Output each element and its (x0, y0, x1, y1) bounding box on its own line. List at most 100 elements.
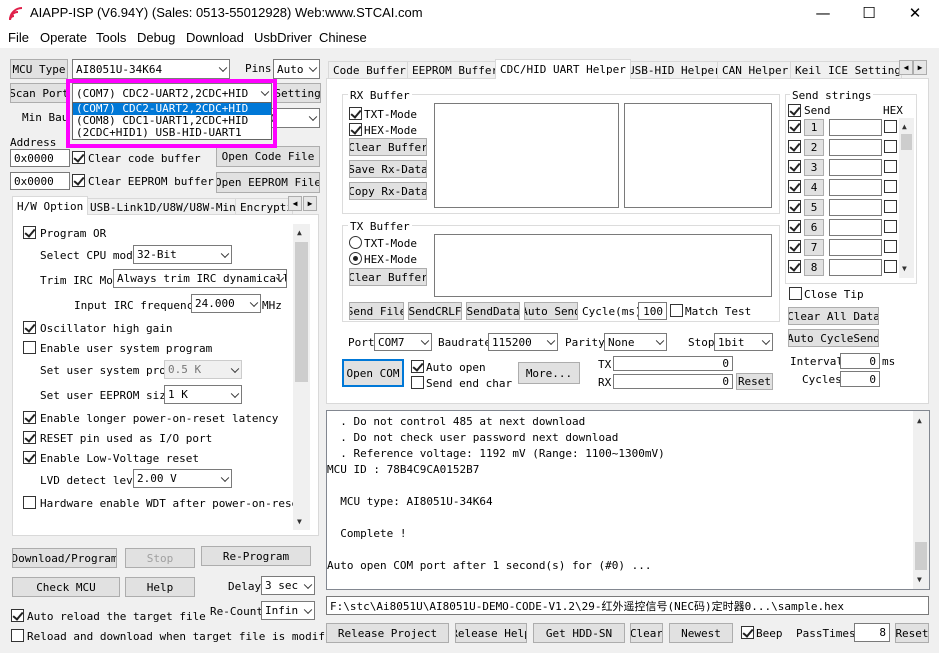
menu-usbdriver[interactable]: UsbDriver (254, 30, 312, 45)
log-scroll-thumb[interactable] (915, 542, 927, 570)
beep-checkbox[interactable] (741, 626, 754, 639)
scroll-up-icon[interactable]: ▲ (297, 228, 302, 237)
send-row-hex-checkbox[interactable] (884, 140, 897, 153)
save-rx-data-button[interactable]: Save Rx-Data (349, 160, 427, 178)
auto-open-checkbox[interactable] (411, 360, 424, 373)
send-all-checkbox[interactable] (788, 104, 801, 117)
send-scroll-thumb[interactable] (901, 134, 912, 150)
send-row-checkbox[interactable] (788, 140, 801, 153)
send-row-checkbox[interactable] (788, 240, 801, 253)
log-scroll-up-icon[interactable]: ▲ (917, 416, 922, 425)
tab-code-buffer[interactable]: Code Buffer (328, 61, 411, 79)
menu-download[interactable]: Download (186, 30, 244, 45)
user-program-checkbox[interactable] (23, 341, 36, 354)
trim-irc-select[interactable]: Always trim IRC dynamicall (113, 269, 287, 288)
auto-cycle-send-button[interactable]: Auto CycleSend (788, 329, 879, 347)
auto-send-button[interactable]: Auto Send (524, 302, 578, 320)
osc-gain-checkbox[interactable] (23, 321, 36, 334)
tx-text-area[interactable] (434, 234, 772, 297)
menu-chinese[interactable]: Chinese (319, 30, 367, 45)
menu-tools[interactable]: Tools (96, 30, 126, 45)
pass-reset-button[interactable]: Reset (895, 623, 929, 643)
send-row-button[interactable]: 8 (804, 259, 824, 276)
hw-wdt-checkbox[interactable] (23, 496, 36, 509)
release-project-button[interactable]: Release Project (326, 623, 449, 643)
eeprom-address-input[interactable]: 0x0000 (10, 172, 70, 190)
send-end-char-checkbox[interactable] (411, 376, 424, 389)
tab-can-helper[interactable]: CAN Helper (717, 61, 794, 79)
tab-scroll-left-icon[interactable]: ◀ (288, 196, 302, 211)
rx-text-area[interactable] (434, 103, 619, 208)
setting-button[interactable]: Setting (274, 83, 321, 103)
send-data-button[interactable]: SendData (466, 302, 520, 320)
send-row-button[interactable]: 7 (804, 239, 824, 256)
lvd-level-select[interactable]: 2.00 V (133, 469, 232, 488)
reprogram-button[interactable]: Re-Program (201, 546, 311, 566)
send-row-input[interactable] (829, 179, 882, 196)
send-row-input[interactable] (829, 239, 882, 256)
tx-txt-mode-radio[interactable] (349, 236, 362, 249)
send-row-button[interactable]: 4 (804, 179, 824, 196)
copy-rx-data-button[interactable]: Copy Rx-Data (349, 182, 427, 200)
right-tab-scroll-right-icon[interactable]: ▶ (913, 60, 927, 75)
send-scroll-down-icon[interactable]: ▼ (902, 264, 907, 273)
send-row-checkbox[interactable] (788, 220, 801, 233)
send-row-checkbox[interactable] (788, 180, 801, 193)
mcu-type-select[interactable]: AI8051U-34K64 (72, 59, 230, 79)
send-row-button[interactable]: 5 (804, 199, 824, 216)
tab-scroll-right-icon[interactable]: ▶ (303, 196, 317, 211)
send-row-hex-checkbox[interactable] (884, 180, 897, 193)
clear-eeprom-checkbox[interactable] (72, 174, 85, 187)
send-row-hex-checkbox[interactable] (884, 240, 897, 253)
download-program-button[interactable]: Download/Program (12, 548, 117, 568)
send-crlf-button[interactable]: SendCRLF (408, 302, 462, 320)
tab-usb-link[interactable]: USB-Link1D/U8W/U8W-Mini (85, 198, 248, 215)
send-row-button[interactable]: 6 (804, 219, 824, 236)
count-reset-button[interactable]: Reset (736, 373, 773, 390)
parity-select[interactable]: None (604, 333, 667, 351)
send-row-checkbox[interactable] (788, 200, 801, 213)
send-file-button[interactable]: Send File (349, 302, 404, 320)
tab-encryption[interactable]: Encrypti (235, 198, 293, 215)
reset-io-checkbox[interactable] (23, 431, 36, 444)
maximize-button[interactable]: ☐ (846, 0, 892, 27)
rx-txt-mode-checkbox[interactable] (349, 107, 362, 120)
stop-bits-select[interactable]: 1bit (714, 333, 773, 351)
send-row-input[interactable] (829, 139, 882, 156)
mcu-type-button[interactable]: MCU Type (10, 59, 68, 79)
send-row-input[interactable] (829, 119, 882, 136)
scan-port-button[interactable]: Scan Port (10, 83, 68, 103)
send-row-button[interactable]: 2 (804, 139, 824, 156)
open-code-file-button[interactable]: Open Code File (216, 146, 320, 167)
send-row-checkbox[interactable] (788, 160, 801, 173)
delay-select[interactable]: 3 sec (261, 576, 315, 595)
newest-button[interactable]: Newest (669, 623, 733, 643)
code-address-input[interactable]: 0x0000 (10, 149, 70, 167)
program-or-checkbox[interactable] (23, 226, 36, 239)
send-row-hex-checkbox[interactable] (884, 260, 897, 273)
minimize-button[interactable]: — (800, 0, 846, 27)
right-tab-scroll-left-icon[interactable]: ◀ (899, 60, 913, 75)
send-row-input[interactable] (829, 199, 882, 216)
open-eeprom-file-button[interactable]: Open EEPROM File (216, 172, 320, 193)
send-scroll-up-icon[interactable]: ▲ (902, 122, 907, 131)
match-test-checkbox[interactable] (670, 304, 683, 317)
menu-debug[interactable]: Debug (137, 30, 175, 45)
longer-reset-checkbox[interactable] (23, 411, 36, 424)
more-button[interactable]: More... (518, 362, 580, 384)
rx-hex-area[interactable] (624, 103, 772, 208)
menu-file[interactable]: File (8, 30, 29, 45)
tab-cdc-hid-helper[interactable]: CDC/HID UART Helper (495, 59, 631, 79)
scroll-down-icon[interactable]: ▼ (297, 517, 302, 526)
send-row-checkbox[interactable] (788, 120, 801, 133)
close-button[interactable]: ✕ (892, 0, 938, 27)
send-row-checkbox[interactable] (788, 260, 801, 273)
tab-usb-hid-helper[interactable]: USB-HID Helper (623, 61, 726, 79)
send-row-button[interactable]: 1 (804, 119, 824, 136)
clear-code-checkbox[interactable] (72, 151, 85, 164)
interval-input[interactable]: 0 (840, 353, 880, 369)
send-row-hex-checkbox[interactable] (884, 200, 897, 213)
com-port-select[interactable]: COM7 (374, 333, 432, 351)
cycle-input[interactable]: 100 (638, 302, 667, 320)
tab-hw-option[interactable]: H/W Option (12, 196, 89, 215)
